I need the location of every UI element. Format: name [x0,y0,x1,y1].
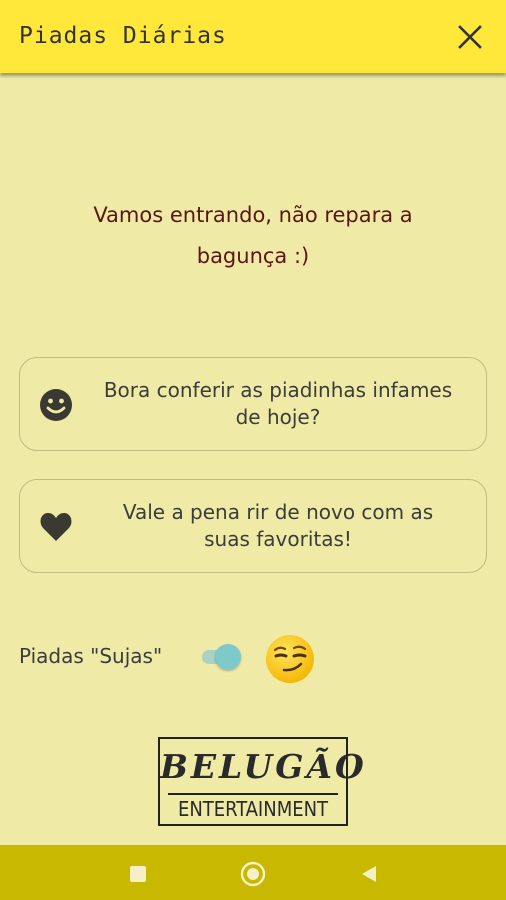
app-title: Piadas Diárias [19,23,227,49]
dirty-jokes-label: Piadas "Sujas" [19,644,163,668]
favorites-label: Vale a pena rir de novo com as suas favo… [88,480,468,572]
smirk-emoji-icon [266,635,314,683]
home-circle-icon [240,861,266,887]
welcome-line-2: bagunça :) [196,244,310,268]
todays-jokes-button[interactable]: Bora conferir as piadinhas infames de ho… [19,357,487,451]
logo-divider [168,793,338,795]
switch-thumb [215,644,241,670]
system-nav-bar [0,845,506,900]
smiley-icon [39,388,73,422]
belugao-logo: BELUGÃO ENTERTAINMENT [158,737,367,826]
favorites-label-line-2: suas favoritas! [204,527,352,551]
close-button[interactable] [454,21,486,53]
home-button[interactable] [240,861,266,887]
back-triangle-icon [362,866,376,882]
heart-icon [39,510,73,544]
todays-jokes-label: Bora conferir as piadinhas infames de ho… [88,358,468,450]
recents-button[interactable] [125,861,151,887]
logo-subtitle: ENTERTAINMENT [177,797,329,821]
welcome-line-1: Vamos entrando, não repara a [93,203,413,227]
logo-title: BELUGÃO [160,747,367,786]
welcome-message: Vamos entrando, não repara a bagunça :) [50,195,456,277]
todays-jokes-label-line-2: de hoje? [235,405,321,429]
favorites-button[interactable]: Vale a pena rir de novo com as suas favo… [19,479,487,573]
todays-jokes-label-line-1: Bora conferir as piadinhas infames [103,378,453,402]
recents-square-icon [130,866,146,882]
favorites-label-line-1: Vale a pena rir de novo com as [122,500,434,524]
dirty-jokes-switch[interactable] [199,642,245,672]
back-button[interactable] [356,861,382,887]
close-icon [458,25,482,49]
app-bar: Piadas Diárias [0,0,506,73]
